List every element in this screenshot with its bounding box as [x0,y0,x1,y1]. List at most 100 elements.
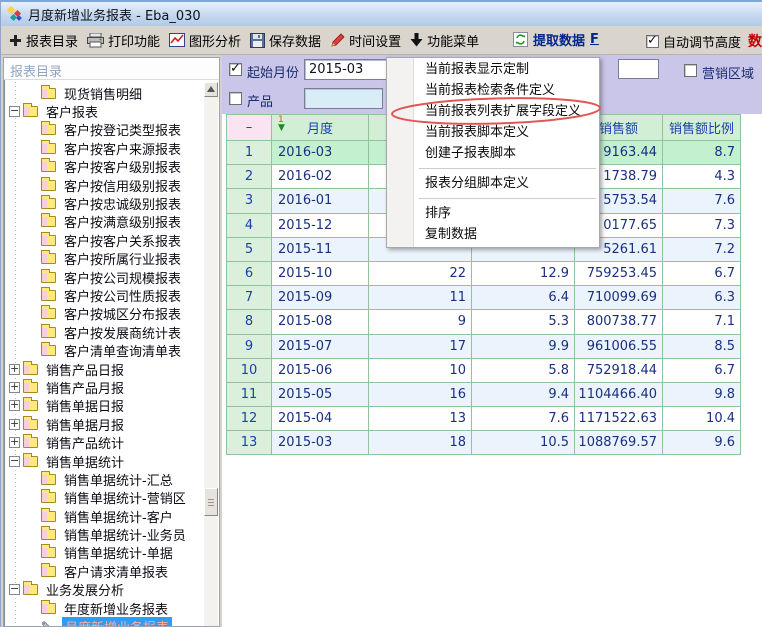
tree-item[interactable]: 客户按城区分布报表 [4,305,203,323]
row-number-cell[interactable]: 7 [227,286,272,310]
count-cell[interactable]: 9 [369,310,472,334]
count-cell[interactable]: 10 [369,358,472,382]
column-header[interactable]: – [227,115,272,141]
tree-item[interactable]: 销售单据统计-单据 [4,544,203,562]
count-cell[interactable]: 11 [369,286,472,310]
tree-item[interactable]: 年度新增业务报表 [4,599,203,617]
extract-data-button[interactable]: 提取数据F [513,30,599,49]
menu-item[interactable]: 报表分组脚本定义 [387,173,599,194]
row-number-cell[interactable]: 4 [227,213,272,237]
auto-height-toggle[interactable]: 自动调节高度 [646,32,741,51]
menu-item-circled[interactable]: 当前报表列表扩展字段定义 [387,101,599,122]
expand-toggle-icon[interactable]: + [9,382,20,393]
ratio-cell[interactable]: 7.1 [663,310,741,334]
tree-item[interactable]: 客户按满意级别报表 [4,213,203,231]
ratio-cell[interactable]: 7.2 [663,237,741,261]
percent-cell[interactable]: 10.5 [472,431,575,455]
month-cell[interactable]: 2016-02 [272,165,369,189]
tree-item[interactable]: 客户按客户关系报表 [4,231,203,249]
expand-toggle-icon[interactable]: − [9,106,20,117]
product-input[interactable] [304,88,383,109]
tree-item[interactable]: 客户按公司规模报表 [4,268,203,286]
tree-item[interactable]: 销售单据统计-业务员 [4,525,203,543]
month-cell[interactable]: 2015-03 [272,431,369,455]
ratio-cell[interactable]: 8.5 [663,334,741,358]
expand-toggle-icon[interactable]: − [9,456,20,467]
table-row[interactable]: 92015-07179.9961006.558.5 [227,334,741,358]
scroll-up-icon[interactable] [204,82,218,97]
tree-item[interactable]: + 销售产品月报 [4,378,203,396]
table-row[interactable]: 112015-05169.41104466.409.8 [227,382,741,406]
tree-item[interactable]: + 销售产品日报 [4,360,203,378]
menu-item[interactable]: 复制数据 [387,224,599,245]
amount-cell[interactable]: 1171522.63 [575,407,663,431]
percent-cell[interactable]: 9.9 [472,334,575,358]
ratio-cell[interactable]: 7.6 [663,189,741,213]
month-cell[interactable]: 2015-05 [272,382,369,406]
percent-cell[interactable]: 6.4 [472,286,575,310]
percent-cell[interactable]: 5.3 [472,310,575,334]
count-cell[interactable]: 16 [369,382,472,406]
row-number-cell[interactable]: 8 [227,310,272,334]
menu-item[interactable]: 当前报表检索条件定义 [387,80,599,101]
tree-item[interactable]: + 销售单据月报 [4,415,203,433]
tree-item[interactable]: 客户按客户来源报表 [4,139,203,157]
table-row[interactable]: 122015-04137.61171522.6310.4 [227,407,741,431]
end-month-input[interactable] [618,59,659,79]
tree-scrollbar[interactable] [204,82,218,626]
ratio-cell[interactable]: 4.3 [663,165,741,189]
tree-item[interactable]: 客户按所属行业报表 [4,250,203,268]
row-number-cell[interactable]: 10 [227,358,272,382]
ratio-cell[interactable]: 6.3 [663,286,741,310]
tree-item[interactable]: 客户按登记类型报表 [4,121,203,139]
expand-toggle-icon[interactable]: + [9,437,20,448]
month-cell[interactable]: 2015-08 [272,310,369,334]
tree-item[interactable]: 销售单据统计-汇总 [4,470,203,488]
month-cell[interactable]: 2016-01 [272,189,369,213]
ratio-cell[interactable]: 9.8 [663,382,741,406]
start-month-input[interactable] [304,59,394,80]
start-month-checkbox[interactable] [229,63,242,76]
count-cell[interactable]: 17 [369,334,472,358]
time-settings-button[interactable]: 时间设置 [330,31,401,50]
table-row[interactable]: 132015-031810.51088769.579.6 [227,431,741,455]
tree-item[interactable]: 客户按忠诚级别报表 [4,194,203,212]
graph-analysis-button[interactable]: 图形分析 [169,31,241,50]
row-number-cell[interactable]: 13 [227,431,272,455]
month-cell[interactable]: 2015-07 [272,334,369,358]
menu-item[interactable]: 当前报表脚本定义 [387,122,599,143]
tree-item[interactable]: + 销售单据日报 [4,397,203,415]
amount-cell[interactable]: 1104466.40 [575,382,663,406]
table-row[interactable]: 82015-0895.3800738.777.1 [227,310,741,334]
percent-cell[interactable]: 5.8 [472,358,575,382]
column-header[interactable]: 销售额比例 [663,115,741,141]
month-cell[interactable]: 2015-12 [272,213,369,237]
ratio-cell[interactable]: 6.7 [663,261,741,285]
tree-item[interactable]: 客户按公司性质报表 [4,286,203,304]
ratio-cell[interactable]: 8.7 [663,141,741,165]
month-cell[interactable]: 2015-04 [272,407,369,431]
tree-item[interactable]: + 销售产品统计 [4,433,203,451]
amount-cell[interactable]: 1088769.57 [575,431,663,455]
expand-toggle-icon[interactable]: + [9,400,20,411]
expand-toggle-icon[interactable]: − [9,584,20,595]
percent-cell[interactable]: 9.4 [472,382,575,406]
tree-item[interactable]: 客户清单查询清单表 [4,341,203,359]
region-checkbox[interactable] [684,64,697,77]
tree-item[interactable]: − 业务发展分析 [4,581,203,599]
tree-item[interactable]: 客户请求清单报表 [4,562,203,580]
row-number-cell[interactable]: 5 [227,237,272,261]
ratio-cell[interactable]: 6.7 [663,358,741,382]
menu-item[interactable]: 排序 [387,203,599,224]
report-catalog-button[interactable]: 报表目录 [9,31,78,50]
amount-cell[interactable]: 800738.77 [575,310,663,334]
save-data-button[interactable]: 保存数据 [250,31,321,50]
menu-item[interactable]: 当前报表显示定制 [387,59,599,80]
percent-cell[interactable]: 12.9 [472,261,575,285]
amount-cell[interactable]: 752918.44 [575,358,663,382]
tree-item[interactable]: − 客户报表 [4,102,203,120]
tree-item[interactable]: 销售单据统计-营销区 [4,489,203,507]
count-cell[interactable]: 22 [369,261,472,285]
product-checkbox[interactable] [229,92,242,105]
ratio-cell[interactable]: 10.4 [663,407,741,431]
